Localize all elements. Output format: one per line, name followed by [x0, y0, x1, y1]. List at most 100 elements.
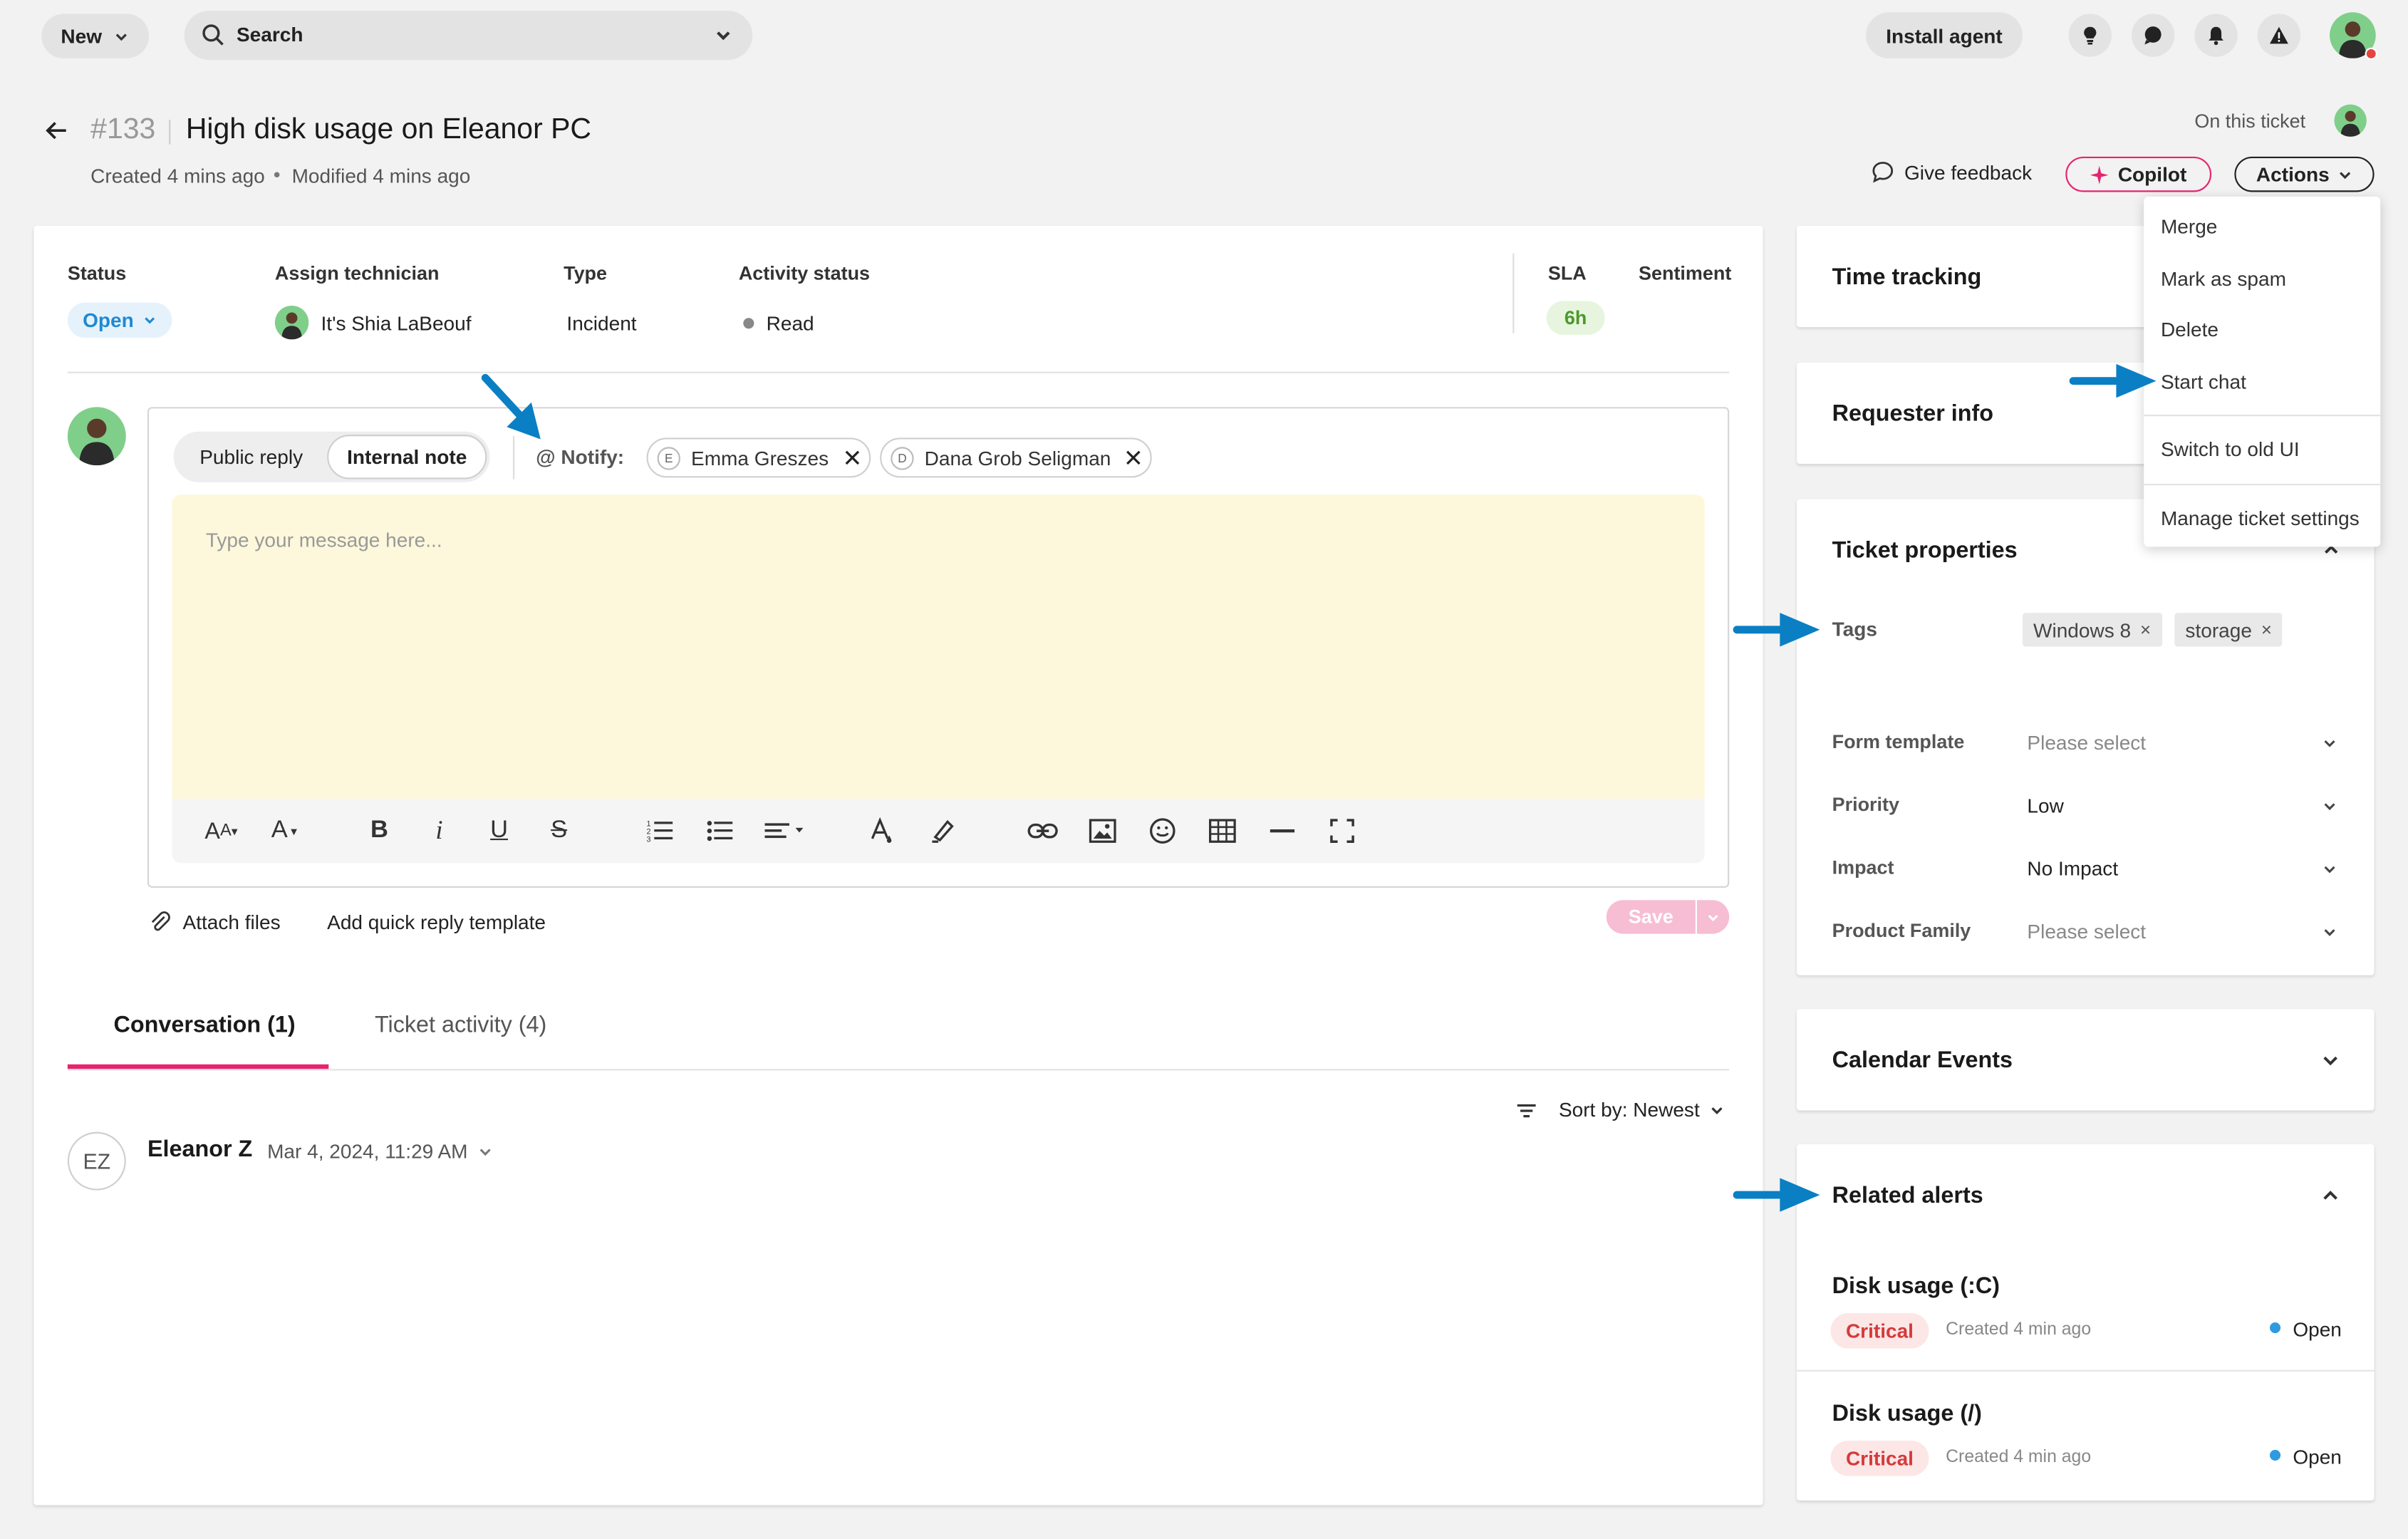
bold-icon[interactable]: B [363, 814, 396, 847]
table-icon[interactable] [1205, 814, 1239, 847]
align-icon[interactable] [762, 814, 808, 847]
bell-icon[interactable] [2194, 14, 2238, 57]
chevron-up-icon[interactable] [2320, 1186, 2340, 1206]
tabs-divider [67, 1069, 1730, 1071]
notify-chip-emma[interactable]: E Emma Greszes [646, 437, 871, 478]
actions-button[interactable]: Actions [2234, 156, 2375, 192]
callout-arrow-icon [2069, 363, 2157, 398]
tag-chip-storage[interactable]: storage × [2174, 613, 2283, 647]
product-family-label: Product Family [1832, 920, 1971, 942]
status-value: Open [83, 309, 134, 332]
notify-chip-label: Dana Grob Seligman [924, 446, 1111, 470]
notify-label: @ Notify: [536, 445, 625, 469]
search-input[interactable]: Search [237, 23, 303, 46]
menu-divider [2144, 484, 2381, 486]
menu-item-switch-old-ui[interactable]: Switch to old UI [2161, 437, 2300, 460]
bullet-list-icon[interactable] [703, 814, 737, 847]
text-color-icon[interactable] [865, 814, 898, 847]
warning-icon[interactable] [2257, 14, 2301, 57]
requester-info-title: Requester info [1832, 400, 1994, 428]
message-textarea[interactable]: Type your message here... [172, 494, 1705, 799]
status-dot [2269, 1322, 2281, 1334]
menu-item-delete[interactable]: Delete [2161, 318, 2218, 341]
quick-reply-template-link[interactable]: Add quick reply template [327, 911, 546, 933]
chevron-down-icon[interactable] [2322, 799, 2337, 814]
fullscreen-icon[interactable] [1325, 814, 1359, 847]
calendar-events-card[interactable]: Calendar Events [1797, 1009, 2375, 1111]
public-reply-tab[interactable]: Public reply [199, 445, 303, 468]
give-feedback-button[interactable]: Give feedback [1871, 160, 2033, 184]
save-button[interactable]: Save [1606, 900, 1696, 934]
product-family-select[interactable]: Please select [2027, 920, 2146, 943]
install-agent-button[interactable]: Install agent [1866, 12, 2023, 58]
chevron-down-icon [116, 33, 128, 41]
notify-chip-dana[interactable]: D Dana Grob Seligman [880, 437, 1152, 478]
created-time: Created 4 mins ago [90, 164, 265, 187]
link-icon[interactable] [1026, 814, 1059, 847]
status-dropdown[interactable]: Open [67, 302, 172, 338]
technician-avatar [274, 305, 309, 340]
emoji-icon[interactable] [1146, 814, 1179, 847]
chip-initial-avatar: E [657, 446, 680, 470]
highlighter-icon[interactable] [926, 814, 960, 847]
tab-ticket-activity[interactable]: Ticket activity (4) [375, 1012, 546, 1039]
new-button[interactable]: New [41, 14, 150, 58]
dot-separator: • [273, 162, 281, 186]
menu-item-start-chat[interactable]: Start chat [2161, 370, 2246, 393]
chat-bubble-icon[interactable] [2131, 14, 2175, 57]
priority-select[interactable]: Low [2027, 794, 2063, 817]
sla-value: 6h [1564, 307, 1587, 329]
tab-conversation[interactable]: Conversation (1) [114, 1012, 296, 1039]
sort-control[interactable]: Sort by: Newest [1516, 1098, 1725, 1121]
alert-title[interactable]: Disk usage (:C) [1832, 1273, 2000, 1300]
strikethrough-icon[interactable]: S [542, 814, 576, 847]
form-template-select[interactable]: Please select [2027, 731, 2146, 754]
lightbulb-icon[interactable] [2068, 14, 2112, 57]
menu-item-mark-as-spam[interactable]: Mark as spam [2161, 267, 2286, 290]
field-divider [1512, 253, 1515, 333]
italic-icon[interactable]: i [422, 814, 456, 847]
chevron-down-icon[interactable] [2320, 1050, 2340, 1070]
close-icon[interactable]: × [2140, 619, 2151, 641]
assign-technician-value[interactable]: It's Shia LaBeouf [321, 312, 472, 335]
horizontal-rule-icon[interactable] [1265, 814, 1299, 847]
tag-chip-windows[interactable]: Windows 8 × [2022, 613, 2162, 647]
actions-label: Actions [2256, 162, 2330, 186]
give-feedback-label: Give feedback [1904, 160, 2033, 184]
internal-note-tab[interactable]: Internal note [327, 435, 487, 480]
save-options-button[interactable] [1696, 900, 1730, 934]
close-icon[interactable] [1126, 450, 1142, 466]
time-tracking-title: Time tracking [1832, 264, 1982, 291]
svg-text:3: 3 [647, 835, 651, 843]
menu-item-manage-ticket-settings[interactable]: Manage ticket settings [2161, 507, 2360, 529]
image-icon[interactable] [1086, 814, 1119, 847]
chevron-down-icon [145, 317, 155, 324]
underline-icon[interactable]: U [482, 814, 516, 847]
font-family-icon[interactable]: A ▾ [261, 814, 307, 847]
type-value[interactable]: Incident [566, 312, 636, 335]
on-this-ticket-label: On this ticket [2194, 110, 2306, 133]
chevron-down-icon[interactable] [2322, 861, 2337, 877]
close-icon[interactable] [844, 450, 860, 466]
tag-label: storage [2185, 618, 2252, 641]
alert-title[interactable]: Disk usage (/) [1832, 1401, 1982, 1427]
close-icon[interactable]: × [2261, 619, 2272, 641]
chevron-down-icon[interactable] [2322, 736, 2337, 752]
attach-files-label: Attach files [182, 910, 281, 933]
form-template-label: Form template [1832, 731, 1965, 753]
chevron-down-icon[interactable] [714, 26, 732, 45]
font-size-icon[interactable]: A A ▾ [197, 814, 246, 847]
activity-status-label: Activity status [738, 262, 871, 284]
back-arrow-icon[interactable] [43, 117, 71, 145]
copilot-button[interactable]: Copilot [2065, 156, 2212, 192]
modified-time: Modified 4 mins ago [291, 164, 471, 187]
numbered-list-icon[interactable]: 123 [643, 814, 677, 847]
impact-select[interactable]: No Impact [2027, 857, 2118, 880]
status-label: Status [67, 262, 127, 284]
search-bar[interactable]: Search [184, 11, 753, 61]
chevron-down-icon[interactable] [477, 1144, 493, 1160]
attach-files-button[interactable]: Attach files [147, 909, 281, 933]
related-alerts-title: Related alerts [1832, 1182, 1983, 1209]
chevron-down-icon[interactable] [2322, 925, 2337, 940]
menu-item-merge[interactable]: Merge [2161, 215, 2217, 238]
